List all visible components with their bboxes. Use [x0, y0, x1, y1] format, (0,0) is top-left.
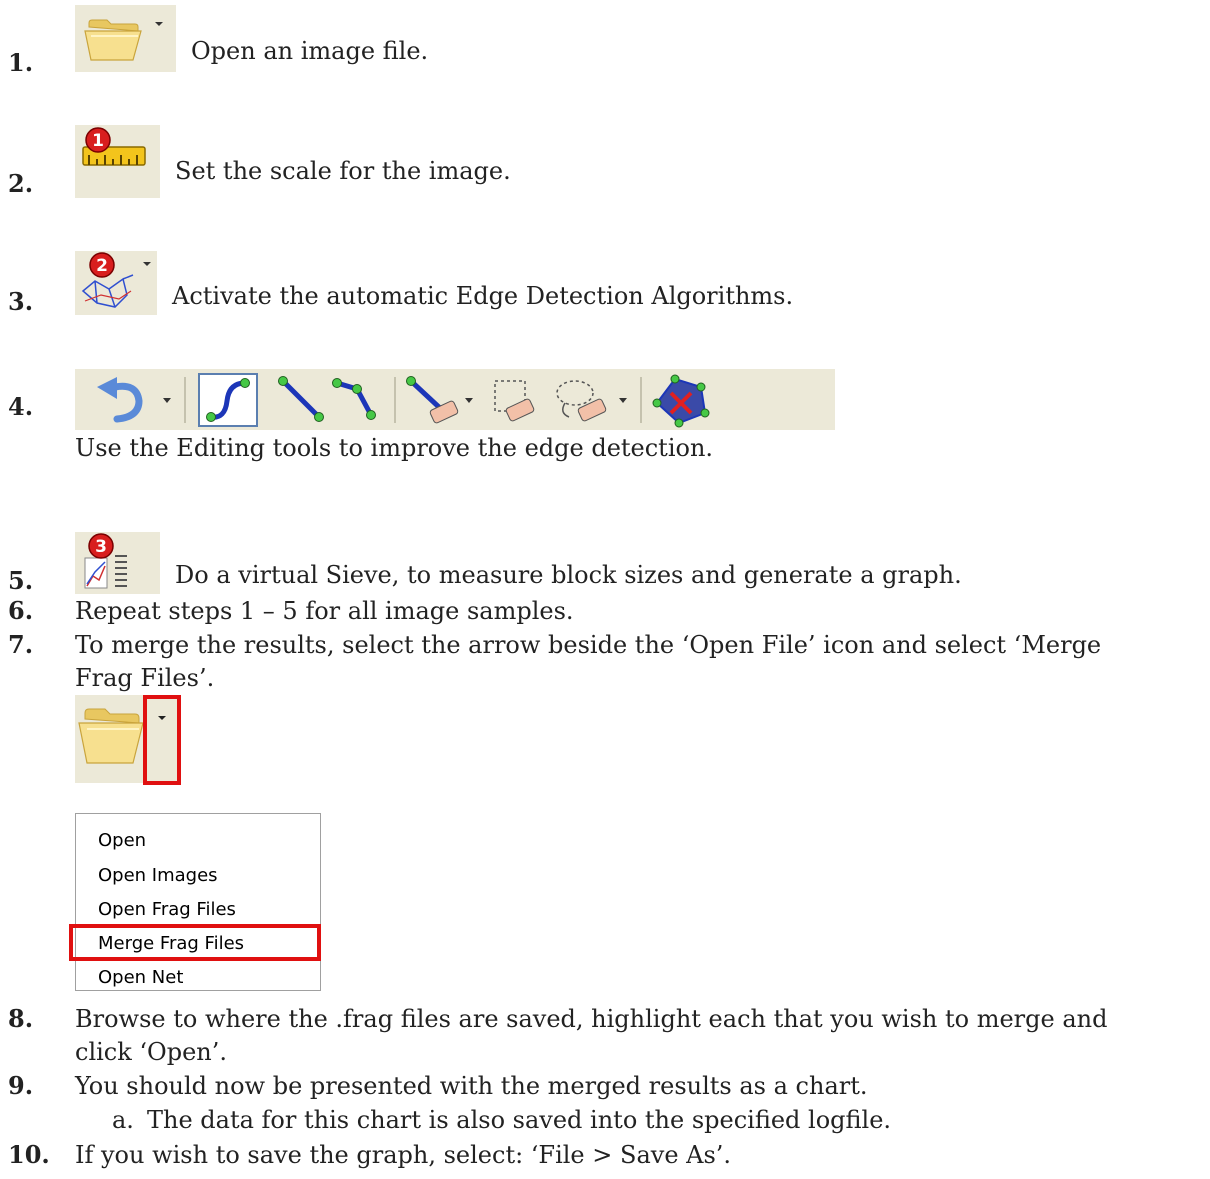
line-eraser-icon[interactable]: [406, 376, 459, 424]
step-7-text-line2: Frag Files’.: [75, 664, 215, 692]
step-6-text: Repeat steps 1 – 5 for all image samples…: [75, 597, 574, 625]
step-5-number: 5.: [8, 566, 34, 595]
step-6-number: 6.: [8, 596, 34, 625]
step-8-number: 8.: [8, 1004, 34, 1033]
edge-badge: 2: [96, 256, 108, 276]
scale-badge: 1: [92, 131, 104, 151]
step-1-text: Open an image file.: [191, 37, 429, 65]
step-10-text: If you wish to save the graph, select: ‘…: [75, 1141, 732, 1169]
lasso-eraser-icon[interactable]: [556, 380, 607, 422]
step-10-number: 10.: [8, 1140, 50, 1169]
merge-frag-files-highlight: [69, 924, 321, 961]
undo-icon[interactable]: [97, 377, 143, 423]
sieve-badge: 3: [95, 537, 107, 557]
chevron-down-icon[interactable]: [141, 259, 153, 269]
step-4-text: Use the Editing tools to improve the edg…: [75, 434, 714, 462]
open-dropdown-menu: Open Open Images Open Frag Files Merge F…: [75, 813, 321, 991]
dropdown-arrow-highlight: [143, 695, 181, 785]
menu-item-open[interactable]: Open: [98, 828, 146, 854]
rectangle-eraser-icon[interactable]: [494, 380, 535, 422]
polyline-tool-icon[interactable]: [332, 378, 376, 420]
chevron-down-icon[interactable]: [163, 398, 171, 403]
menu-item-open-images[interactable]: Open Images: [98, 863, 218, 889]
step-3-number: 3.: [8, 287, 34, 316]
chevron-down-icon[interactable]: [465, 398, 473, 403]
virtual-sieve-button[interactable]: 3: [75, 532, 160, 594]
step-7-number: 7.: [8, 630, 34, 659]
line-tool-icon[interactable]: [278, 376, 324, 422]
step-8-text-line2: click ‘Open’.: [75, 1038, 227, 1066]
chevron-down-icon[interactable]: [155, 713, 169, 723]
open-file-button[interactable]: [75, 5, 176, 72]
step-8-text-line1: Browse to where the .frag files are save…: [75, 1005, 1108, 1033]
sub-step-a-letter: a.: [112, 1106, 134, 1134]
step-4-number: 4.: [8, 392, 34, 421]
edge-detection-button[interactable]: 2: [75, 251, 157, 315]
step-5-text: Do a virtual Sieve, to measure block siz…: [175, 561, 962, 589]
set-scale-button[interactable]: 1: [75, 125, 160, 198]
step-7-text-line1: To merge the results, select the arrow b…: [75, 631, 1102, 659]
sub-step-a-text: The data for this chart is also saved in…: [147, 1106, 892, 1134]
chevron-down-icon[interactable]: [152, 19, 166, 29]
sieve-graph-icon: 3: [84, 533, 127, 589]
menu-item-open-frag-files[interactable]: Open Frag Files: [98, 897, 236, 923]
chevron-down-icon[interactable]: [619, 398, 627, 403]
step-9-text: You should now be presented with the mer…: [75, 1072, 868, 1100]
step-1-number: 1.: [8, 48, 34, 77]
delete-block-icon[interactable]: [652, 374, 710, 428]
ruler-scale-icon: 1: [82, 127, 146, 166]
step-3-text: Activate the automatic Edge Detection Al…: [172, 282, 794, 310]
menu-item-open-net[interactable]: Open Net: [98, 965, 183, 991]
folder-icon: [84, 19, 142, 61]
step-2-number: 2.: [8, 169, 34, 198]
step-2-text: Set the scale for the image.: [175, 157, 511, 185]
editing-toolbar: [75, 369, 835, 430]
step-9-number: 9.: [8, 1071, 34, 1100]
